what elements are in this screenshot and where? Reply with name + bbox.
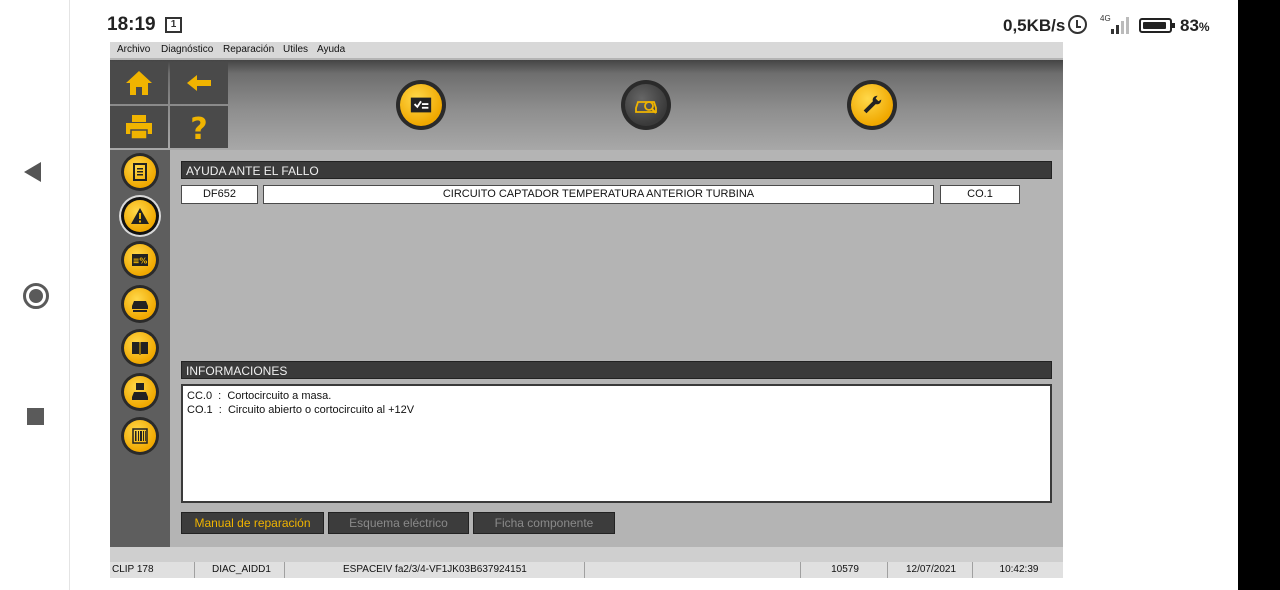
barcode-icon [132,428,148,444]
info-line: CC.0 : Cortocircuito a masa. [187,390,332,402]
network-type: 4G [1100,14,1111,23]
status-module: DIAC_AIDD1 [195,562,285,578]
menu-bar: Archivo Diagnóstico Reparación Utiles Ay… [110,42,1063,58]
alarm-clock-icon [1068,15,1087,34]
repair-button[interactable] [847,80,897,130]
signal-strength-icon [1111,16,1131,34]
menu-reparacion[interactable]: Reparación [223,44,274,55]
svg-text:≡%: ≡% [133,257,148,266]
vehicle-diagnostic-icon [635,101,657,114]
device-status-bar: 18:19 1 0,5KB/s 4G 83% [71,0,1238,42]
sidebar-save-vehicle-button[interactable] [121,373,159,411]
fault-description-field: CIRCUITO CAPTADOR TEMPERATURA ANTERIOR T… [263,185,934,204]
warning-icon [131,208,149,224]
network-speed: 0,5KB/s [1003,16,1066,35]
app-status-bar: CLIP 178 DIAC_AIDD1 ESPACEIV fa2/3/4-VF1… [110,562,1063,578]
status-time: 10:42:39 [999,564,1039,575]
back-button[interactable] [170,62,228,104]
status-tool: CLIP 178 [110,562,195,578]
main-toolbar: ? [110,60,1063,150]
recent-apps-icon[interactable] [27,408,44,425]
document-list-icon [133,163,147,181]
help-button[interactable]: ? [170,106,228,148]
parameters-icon: ≡% [132,254,148,266]
menu-archivo[interactable]: Archivo [117,44,150,55]
sidebar-parameters-button[interactable]: ≡% [121,241,159,279]
sidebar-report-button[interactable] [121,153,159,191]
diagnostic-app-window: Archivo Diagnóstico Reparación Utiles Ay… [110,42,1063,578]
screen-edge [1238,0,1280,590]
checklist-button[interactable] [396,80,446,130]
battery-level: 83% [1180,16,1210,35]
wrench-icon [863,95,882,114]
home-button[interactable] [110,62,168,104]
android-screen: 18:19 1 0,5KB/s 4G 83% Archivo Diagnósti… [0,0,1280,590]
sidebar-manual-button[interactable] [121,329,159,367]
home-icon [126,71,152,95]
info-line: CO.1 : Circuito abierto o cortocircuito … [187,404,415,416]
electrical-diagram-button[interactable]: Esquema eléctrico [328,512,469,534]
menu-ayuda[interactable]: Ayuda [317,44,345,55]
information-text-box[interactable]: CC.0 : Cortocircuito a masa. CO.1 : Circ… [181,384,1052,503]
fault-help-header: AYUDA ANTE EL FALLO [181,161,1052,179]
sidebar-faults-button[interactable] [121,197,159,235]
svg-text:?: ? [190,112,207,142]
function-sidebar: ≡% [110,150,170,547]
disk-vehicle-icon [132,383,148,400]
repair-manual-button[interactable]: Manual de reparación [181,512,324,534]
fault-help-panel: AYUDA ANTE EL FALLO DF652 CIRCUITO CAPTA… [170,150,1063,547]
print-button[interactable] [110,106,168,148]
separator-strip [110,547,1063,562]
battery-icon [1139,18,1175,33]
information-header: INFORMACIONES [181,361,1052,379]
back-arrow-icon [187,75,211,91]
book-icon [132,342,148,355]
vehicle-diagnostic-button[interactable] [621,80,671,130]
android-navbar [0,0,70,590]
printer-icon [126,115,152,140]
component-sheet-button[interactable]: Ficha componente [473,512,615,534]
menu-diagnostico[interactable]: Diagnóstico [161,44,213,55]
vehicle-icon [132,301,148,312]
sidebar-vehicle-button[interactable] [121,285,159,323]
back-nav-icon[interactable] [24,162,41,182]
question-mark-icon: ? [190,112,207,142]
checklist-icon [410,97,432,113]
status-counter: 10579 [801,562,888,578]
status-date: 12/07/2021 [888,562,973,578]
device-clock: 18:19 [107,14,156,35]
sidebar-barcode-button[interactable] [121,417,159,455]
status-vehicle: ESPACEIV fa2/3/4-VF1JK03B637924151 [285,562,585,578]
home-nav-icon[interactable] [23,283,49,309]
status-extra [585,562,801,578]
menu-utiles[interactable]: Utiles [283,44,308,55]
notification-icon: 1 [165,17,182,33]
fault-status-field: CO.1 [940,185,1020,204]
fault-code-field: DF652 [181,185,258,204]
